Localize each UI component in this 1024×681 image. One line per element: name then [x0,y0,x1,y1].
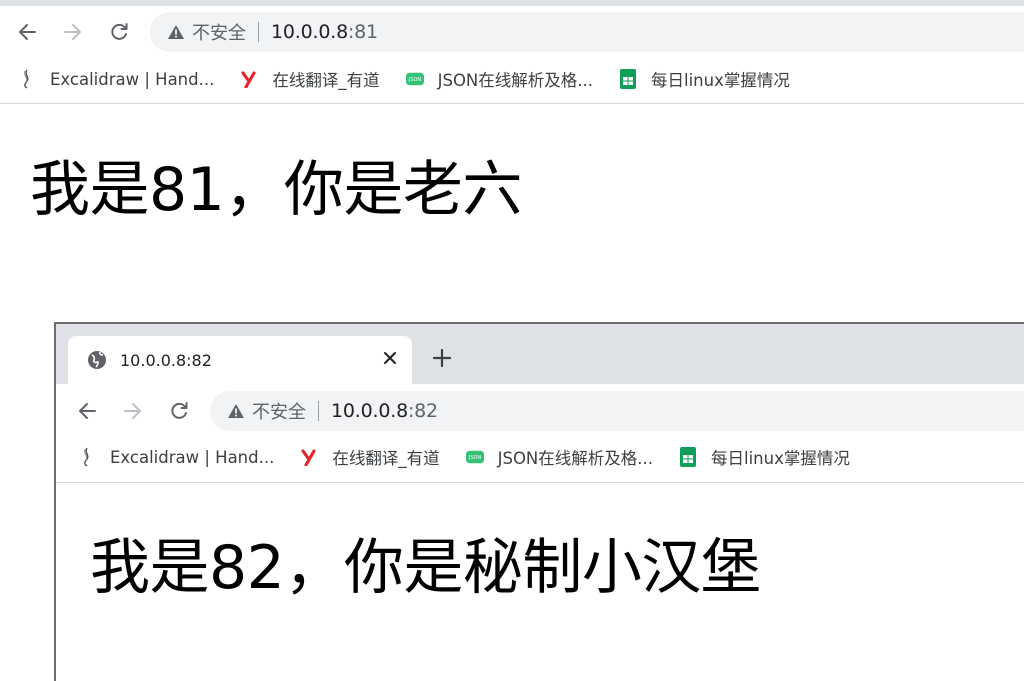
excalidraw-icon [18,69,36,89]
second-browser-window: 10.0.0.8:82 不安全 10.0.0.8:82 Excalidraw |… [54,322,1024,681]
tab-title: 10.0.0.8:82 [120,350,212,370]
url-port: :81 [347,21,378,43]
bookmark-youdao[interactable]: 在线翻译_有道 [240,67,380,91]
bookmark-label: 每日linux掌握情况 [651,71,790,90]
address-bar[interactable]: 不安全 10.0.0.8:82 [210,391,1024,431]
back-button[interactable] [72,396,102,426]
bookmark-label: 在线翻译_有道 [332,449,440,468]
url-port: :82 [407,400,438,422]
bookmark-label: JSON在线解析及格... [497,449,654,468]
warning-triangle-icon [226,401,246,421]
json-icon: JSON [465,448,484,466]
bookmark-label: JSON在线解析及格... [437,71,594,90]
browser-toolbar: 不安全 10.0.0.8:81 [0,6,1024,58]
back-arrow-icon [76,400,98,422]
address-bar[interactable]: 不安全 10.0.0.8:81 [150,12,1024,52]
not-secure-label[interactable]: 不安全 [192,19,246,45]
address-separator [258,22,259,42]
bookmark-json[interactable]: JSON JSON在线解析及格... [465,445,654,469]
json-icon: JSON [405,70,424,88]
new-tab-button[interactable] [428,346,456,374]
forward-arrow-icon [122,400,144,422]
warning-triangle-icon [166,22,186,42]
bookmark-excalidraw[interactable]: Excalidraw | Hand... [78,448,274,467]
reload-button[interactable] [104,17,134,47]
url-host: 10.0.0.8 [271,21,348,43]
page-heading-82: 我是82，你是秘制小汉堡 [90,533,761,603]
forward-arrow-icon [62,21,84,43]
bookmark-youdao[interactable]: 在线翻译_有道 [300,445,440,469]
globe-icon [86,349,108,371]
bookmark-sheets[interactable]: 每日linux掌握情况 [679,445,850,469]
back-button[interactable] [12,17,42,47]
svg-text:JSON: JSON [408,77,421,83]
excalidraw-icon [78,447,96,467]
close-icon [383,351,397,370]
bookmark-label: 在线翻译_有道 [272,71,380,90]
url-text[interactable]: 10.0.0.8:82 [331,400,438,422]
url-text[interactable]: 10.0.0.8:81 [271,21,378,43]
bookmark-label: Excalidraw | Hand... [110,447,275,467]
tab-strip: 10.0.0.8:82 [56,324,1024,384]
toolbar-divider [0,103,1024,104]
youdao-icon [240,70,258,88]
url-host: 10.0.0.8 [331,400,408,422]
bookmark-label: 每日linux掌握情况 [711,449,850,468]
bookmarks-bar: Excalidraw | Hand... 在线翻译_有道 JSON JSON在线… [18,60,816,98]
browser-toolbar-2: 不安全 10.0.0.8:82 [56,384,1024,438]
bookmark-sheets[interactable]: 每日linux掌握情况 [619,67,790,91]
bookmark-json[interactable]: JSON JSON在线解析及格... [405,67,594,91]
toolbar-divider [56,482,1024,483]
sheets-icon [679,447,697,467]
youdao-icon [300,448,318,466]
screenshot: 不安全 10.0.0.8:81 Excalidraw | Hand... 在线翻… [0,0,1024,681]
page-heading-81: 我是81，你是老六 [30,155,522,225]
plus-icon [432,348,452,373]
bookmarks-bar-2: Excalidraw | Hand... 在线翻译_有道 JSON JSON在线… [78,438,876,476]
reload-icon [108,21,130,43]
forward-button[interactable] [58,17,88,47]
not-secure-label[interactable]: 不安全 [252,398,306,424]
reload-button[interactable] [164,396,194,426]
bookmark-excalidraw[interactable]: Excalidraw | Hand... [18,70,214,89]
address-separator [318,401,319,421]
forward-button[interactable] [118,396,148,426]
bookmark-label: Excalidraw | Hand... [50,69,215,89]
svg-text:JSON: JSON [468,455,481,461]
sheets-icon [619,69,637,89]
reload-icon [168,400,190,422]
close-tab-button[interactable] [380,350,400,370]
tab-active[interactable]: 10.0.0.8:82 [68,336,412,384]
back-arrow-icon [16,21,38,43]
